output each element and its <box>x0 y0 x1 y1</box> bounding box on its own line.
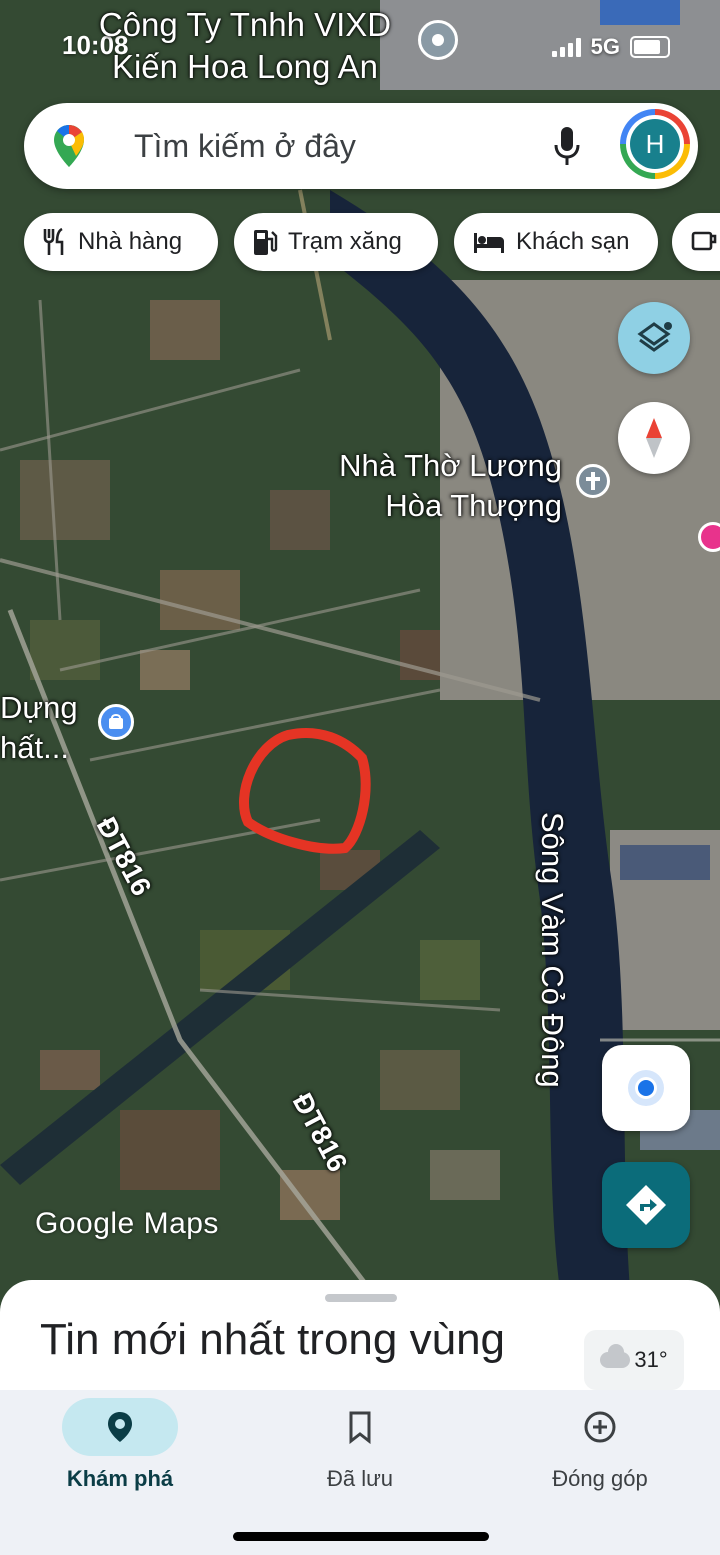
account-avatar[interactable]: H <box>620 109 690 179</box>
nav-label: Khám phá <box>66 1466 174 1491</box>
temperature: 31° <box>634 1347 668 1372</box>
nav-label: Đóng góp <box>552 1466 648 1491</box>
place-label-company[interactable]: Công Ty Tnhh VIXD Kiến Hoa Long An <box>60 4 430 88</box>
battery-icon <box>630 36 670 58</box>
layers-button[interactable] <box>618 302 690 374</box>
nav-saved[interactable]: Đã lưu <box>240 1390 480 1510</box>
shopping-pin-icon[interactable] <box>98 704 134 740</box>
chip-label: Khách sạn <box>516 228 630 255</box>
river-label: Sông Vàm Cỏ Đông <box>535 812 570 1088</box>
google-maps-logo-icon <box>54 125 84 167</box>
nav-explore[interactable]: Khám phá <box>0 1390 240 1510</box>
my-location-icon <box>628 1070 664 1106</box>
weather-chip[interactable]: 31° <box>584 1330 684 1390</box>
bottom-navigation: Khám phá Đã lưu Đóng góp <box>0 1390 720 1555</box>
hotel-icon <box>474 233 504 253</box>
add-circle-icon <box>584 1411 616 1443</box>
chip-gas-stations[interactable]: Trạm xăng <box>234 213 438 271</box>
hotel-pin-icon[interactable] <box>698 522 720 552</box>
signal-icon <box>551 37 581 57</box>
cloud-icon <box>600 1344 631 1368</box>
directions-icon <box>626 1185 666 1225</box>
search-input[interactable]: Tìm kiếm ở đây <box>134 128 356 165</box>
bookmark-icon <box>349 1411 371 1444</box>
my-location-button[interactable] <box>602 1045 690 1131</box>
layers-icon <box>637 322 672 352</box>
chip-restaurants[interactable]: Nhà hàng <box>24 213 218 271</box>
home-indicator <box>233 1532 489 1541</box>
compass-button[interactable] <box>618 402 690 474</box>
microphone-icon[interactable] <box>552 125 582 169</box>
status-indicators: 5G <box>551 34 670 60</box>
coffee-icon <box>691 231 717 251</box>
chip-label: Nhà hàng <box>78 228 183 255</box>
place-pin-icon[interactable] <box>418 20 458 60</box>
restaurant-icon <box>43 227 64 255</box>
shopping-bag-icon <box>109 714 123 729</box>
church-pin-icon[interactable] <box>576 464 610 498</box>
place-label-store[interactable]: Dựng hất... <box>0 688 78 768</box>
location-pin-icon <box>108 1412 132 1442</box>
chip-label: Trạm xăng <box>288 228 402 255</box>
nav-contribute[interactable]: Đóng góp <box>480 1390 720 1510</box>
sheet-title: Tin mới nhất trong vùng <box>40 1315 506 1364</box>
gas-station-icon <box>254 230 278 255</box>
chip-hotels[interactable]: Khách sạn <box>454 213 658 271</box>
place-label-church[interactable]: Nhà Thờ Lương Hòa Thượng <box>304 446 562 526</box>
compass-icon <box>646 418 662 458</box>
google-maps-watermark: Google Maps <box>35 1207 219 1240</box>
nav-label: Đã lưu <box>326 1466 394 1491</box>
sheet-drag-handle[interactable] <box>325 1294 397 1302</box>
cross-icon <box>586 472 600 490</box>
network-type: 5G <box>590 34 620 59</box>
directions-button[interactable] <box>602 1162 690 1248</box>
avatar-letter: H <box>630 119 680 169</box>
search-bar[interactable]: Tìm kiếm ở đây H <box>24 103 698 189</box>
